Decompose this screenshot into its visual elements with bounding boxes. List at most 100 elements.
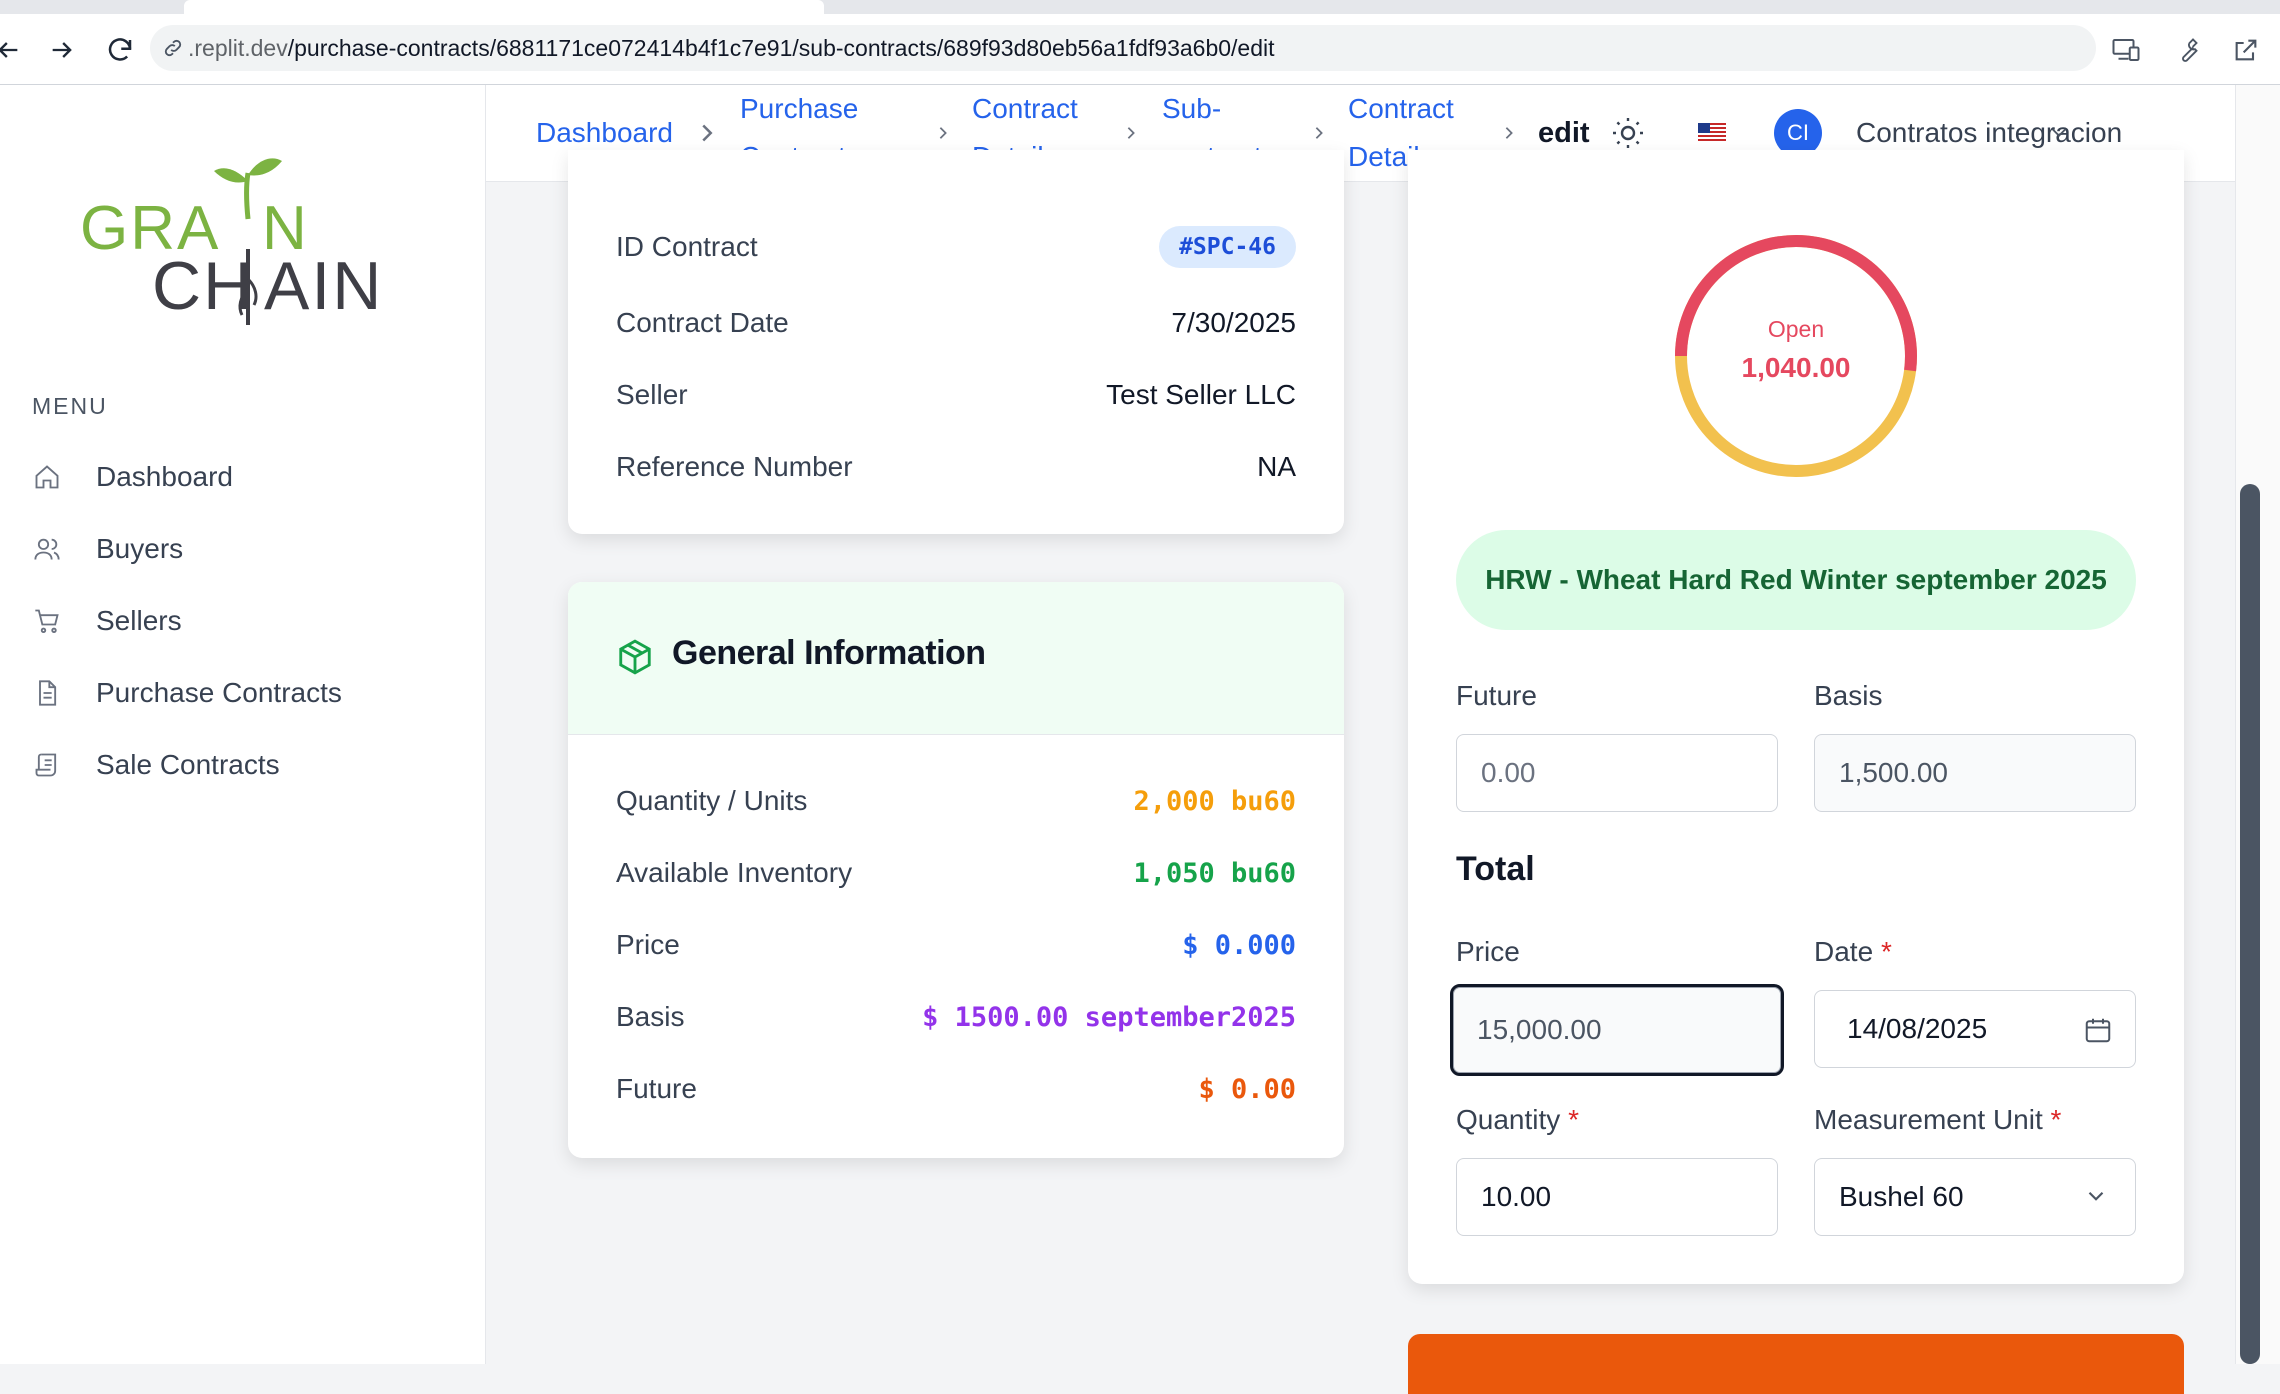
info-row: Available Inventory 1,050 bu60 <box>616 848 1296 898</box>
quantity-label-text: Quantity <box>1456 1104 1561 1135</box>
chevron-right-icon <box>1310 121 1328 145</box>
browser-toolbar: .replit.dev/purchase-contracts/6881171ce… <box>0 14 2280 85</box>
measurement-unit-label-text: Measurement Unit <box>1814 1104 2043 1135</box>
future-value: $ 0.00 <box>1198 1073 1296 1105</box>
basis-value: $ 1500.00 september2025 <box>922 1001 1296 1033</box>
breadcrumb-label-line1: Purchase <box>740 93 859 124</box>
measurement-unit-select[interactable]: Bushel 60 <box>1814 1158 2136 1236</box>
date-label-text: Date <box>1814 936 1874 967</box>
home-icon <box>32 462 62 492</box>
summary-row: Reference Number NA <box>616 442 1296 492</box>
commodity-badge: HRW - Wheat Hard Red Winter september 20… <box>1456 530 2136 630</box>
price-label: Price <box>1456 936 1520 967</box>
chevron-right-icon <box>698 121 716 145</box>
quantity-label: Quantity * <box>1456 1104 1579 1136</box>
info-row: Future $ 0.00 <box>616 1064 1296 1114</box>
url-text: .replit.dev/purchase-contracts/6881171ce… <box>188 35 1275 62</box>
sidebar-item-label: Dashboard <box>96 461 233 492</box>
chevron-down-icon[interactable] <box>2048 121 2074 145</box>
site-info-icon[interactable] <box>160 35 186 61</box>
row-value: Test Seller LLC <box>1106 379 1296 410</box>
summary-row: Contract Date 7/30/2025 <box>616 298 1296 348</box>
sidebar-item-dashboard[interactable]: Dashboard <box>32 441 462 513</box>
svg-text:CH: CH <box>152 248 254 324</box>
menu-title: MENU <box>32 393 108 419</box>
sub-contract-form-card: Open 1,040.00 HRW - Wheat Hard Red Winte… <box>1408 150 2184 1284</box>
wrench-icon[interactable] <box>2164 28 2208 72</box>
address-bar[interactable]: .replit.dev/purchase-contracts/6881171ce… <box>150 25 2096 71</box>
chevron-right-icon <box>1122 121 1140 145</box>
row-value: 7/30/2025 <box>1171 307 1296 338</box>
sidebar-item-sale-contracts[interactable]: Sale Contracts <box>32 729 462 801</box>
row-label: Seller <box>616 379 688 410</box>
document-icon <box>32 678 62 708</box>
sidebar-item-purchase-contracts[interactable]: Purchase Contracts <box>32 657 462 729</box>
active-tab[interactable] <box>184 0 824 14</box>
general-information-card: General Information Quantity / Units 2,0… <box>568 582 1344 1158</box>
sidebar-item-label: Purchase Contracts <box>96 677 342 708</box>
required-marker: * <box>2050 1104 2062 1135</box>
us-flag-icon[interactable] <box>1698 123 1726 141</box>
price-value: $ 0.000 <box>1182 929 1296 961</box>
grainchain-logo[interactable]: GRA N CH AIN <box>76 129 396 329</box>
row-label: Contract Date <box>616 307 789 338</box>
reload-icon[interactable] <box>98 28 142 72</box>
url-path: /purchase-contracts/6881171ce072414b4f1c… <box>287 34 1275 61</box>
future-input[interactable]: 0.00 <box>1456 734 1778 812</box>
forward-icon[interactable] <box>40 28 84 72</box>
breadcrumb-label-line1: Sub- <box>1162 93 1222 124</box>
contract-id-badge: #SPC-46 <box>1159 226 1296 268</box>
basis-label: Basis <box>1814 680 1883 711</box>
scrollbar-thumb[interactable] <box>2240 484 2260 1364</box>
row-label: Future <box>616 1073 697 1104</box>
future-label: Future <box>1456 680 1537 711</box>
total-section-title: Total <box>1456 850 1535 888</box>
date-label: Date * <box>1814 936 1892 968</box>
svg-text:AIN: AIN <box>264 248 383 324</box>
url-host: .replit.dev <box>188 34 288 61</box>
donut-value: 1,040.00 <box>1741 352 1851 383</box>
sidebar-item-label: Sellers <box>96 605 182 636</box>
quantity-input[interactable]: 10.00 <box>1456 1158 1778 1236</box>
calendar-icon[interactable] <box>2083 1015 2113 1045</box>
chevron-right-icon <box>1500 121 1518 145</box>
price-input[interactable]: 15,000.00 <box>1450 984 1784 1076</box>
open-external-icon[interactable] <box>2224 28 2268 72</box>
chevron-right-icon <box>934 121 952 145</box>
chevron-down-icon <box>2083 1183 2113 1213</box>
devices-icon[interactable] <box>2104 28 2148 72</box>
breadcrumb-label-line1: Contract <box>972 93 1078 124</box>
row-label: ID Contract <box>616 231 758 262</box>
back-icon[interactable] <box>0 28 30 72</box>
scroll-icon <box>32 750 62 780</box>
info-row: Basis $ 1500.00 september2025 <box>616 992 1296 1042</box>
date-input[interactable]: 14/08/2025 <box>1814 990 2136 1068</box>
required-marker: * <box>1568 1104 1579 1135</box>
measurement-unit-label: Measurement Unit * <box>1814 1104 2061 1136</box>
row-value: NA <box>1257 451 1296 482</box>
theme-toggle-sun-icon[interactable] <box>1610 115 1646 151</box>
sidebar: GRA N CH AIN MENU Dashboard Buyers Selle… <box>0 85 486 1364</box>
row-label: Quantity / Units <box>616 785 808 816</box>
row-label: Price <box>616 929 680 960</box>
summary-row: ID Contract #SPC-46 <box>616 222 1296 272</box>
card-title: General Information <box>672 634 986 672</box>
update-sub-contract-button[interactable] <box>1408 1334 2184 1394</box>
quantity-value: 2,000 bu60 <box>1133 785 1296 817</box>
sidebar-item-buyers[interactable]: Buyers <box>32 513 462 585</box>
contract-summary-card: ID Contract #SPC-46 Contract Date 7/30/2… <box>568 150 1344 534</box>
sidebar-nav: Dashboard Buyers Sellers Purchase Contra… <box>32 441 462 801</box>
sidebar-item-label: Buyers <box>96 533 184 564</box>
row-label: Reference Number <box>616 451 853 482</box>
date-value: 14/08/2025 <box>1847 1013 1988 1044</box>
sidebar-item-label: Sale Contracts <box>96 749 280 780</box>
donut-label: Open <box>1767 316 1825 342</box>
basis-input[interactable]: 1,500.00 <box>1814 734 2136 812</box>
measurement-unit-value: Bushel 60 <box>1839 1181 1964 1212</box>
sidebar-item-sellers[interactable]: Sellers <box>32 585 462 657</box>
users-icon <box>32 534 62 564</box>
row-label: Available Inventory <box>616 857 853 888</box>
row-label: Basis <box>616 1001 685 1032</box>
package-icon <box>616 638 654 676</box>
available-inventory-value: 1,050 bu60 <box>1133 857 1296 889</box>
